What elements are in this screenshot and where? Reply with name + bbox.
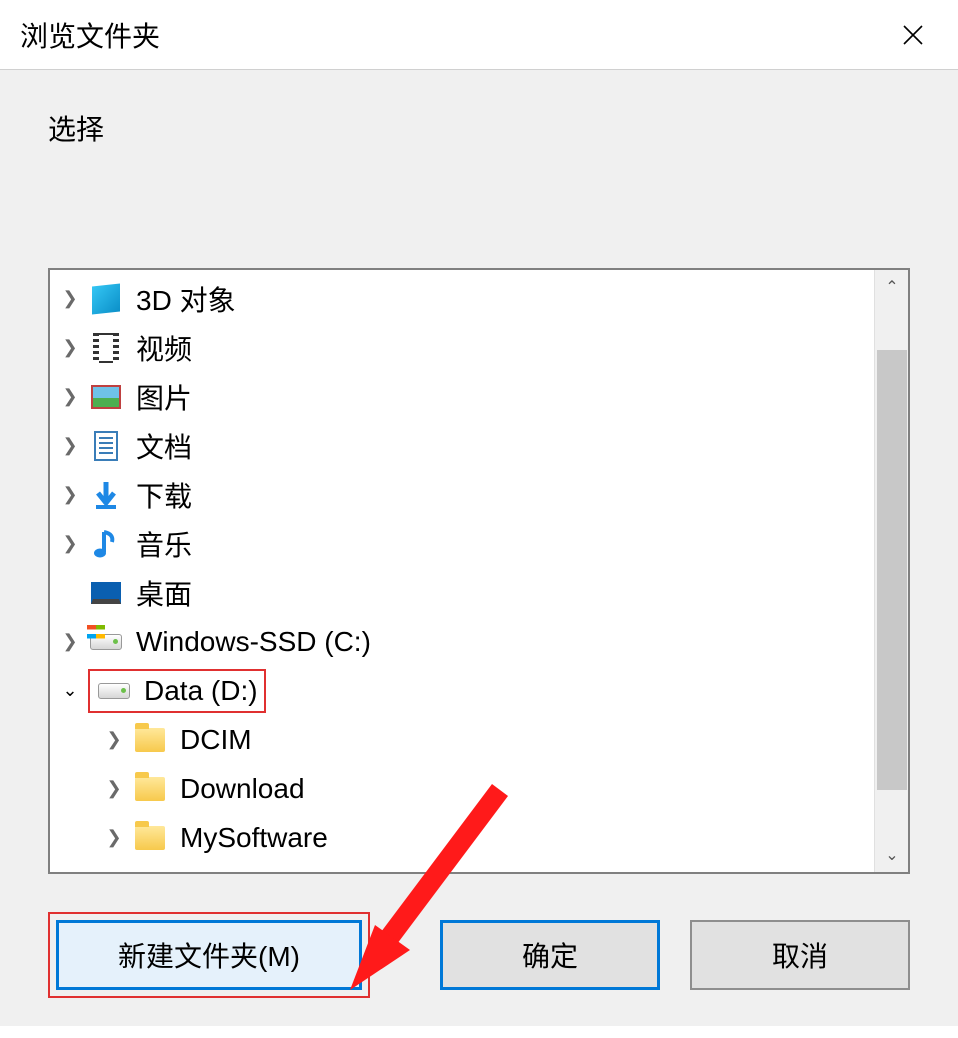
chevron-right-icon[interactable]: ❯	[56, 530, 84, 558]
3d-objects-icon	[88, 281, 124, 317]
desktop-icon	[88, 575, 124, 611]
tree-item-drive-d[interactable]: ⌄ Data (D:)	[50, 666, 874, 715]
tree-item-desktop[interactable]: 桌面	[50, 568, 874, 617]
tree-item-label: 音乐	[136, 524, 192, 564]
tree-item-3d-objects[interactable]: ❯ 3D 对象	[50, 274, 874, 323]
tree-item-label: MySoftware	[180, 822, 328, 854]
tree-item-label: Data (D:)	[144, 675, 258, 707]
chevron-right-icon[interactable]: ❯	[56, 481, 84, 509]
tree-item-documents[interactable]: ❯ 文档	[50, 421, 874, 470]
close-button[interactable]	[888, 10, 938, 60]
tree-item-label: DCIM	[180, 724, 252, 756]
chevron-right-icon[interactable]: ❯	[100, 775, 128, 803]
tree-item-label: 桌面	[136, 573, 192, 613]
tree-item-pictures[interactable]: ❯ 图片	[50, 372, 874, 421]
tree-item-label: Download	[180, 773, 305, 805]
chevron-right-icon[interactable]: ❯	[56, 334, 84, 362]
instruction-label: 选择	[48, 70, 910, 148]
chevron-right-icon[interactable]: ❯	[56, 383, 84, 411]
drive-c-icon	[88, 624, 124, 660]
selection-highlight: Data (D:)	[88, 669, 266, 713]
drive-d-icon	[96, 673, 132, 709]
button-label: 新建文件夹(M)	[118, 935, 300, 975]
button-row: 新建文件夹(M) 确定 取消	[48, 912, 910, 998]
folder-icon	[132, 771, 168, 807]
scroll-thumb[interactable]	[877, 350, 907, 790]
new-folder-button[interactable]: 新建文件夹(M)	[56, 920, 362, 990]
dialog-title: 浏览文件夹	[20, 15, 160, 55]
title-bar: 浏览文件夹	[0, 0, 958, 70]
scroll-down-icon[interactable]: ⌄	[875, 838, 909, 872]
button-label: 确定	[522, 935, 578, 975]
tree-item-videos[interactable]: ❯ 视频	[50, 323, 874, 372]
tree-item-label: 图片	[136, 377, 192, 417]
folder-icon	[132, 820, 168, 856]
chevron-right-icon[interactable]: ❯	[56, 432, 84, 460]
documents-icon	[88, 428, 124, 464]
folder-icon	[132, 722, 168, 758]
cancel-button[interactable]: 取消	[690, 920, 910, 990]
expander-none	[56, 579, 84, 607]
scroll-up-icon[interactable]: ⌃	[875, 270, 909, 304]
tree-item-label: 视频	[136, 328, 192, 368]
tree-item-label: 下载	[136, 475, 192, 515]
ok-button[interactable]: 确定	[440, 920, 660, 990]
downloads-icon	[88, 477, 124, 513]
tree-item-label: 文档	[136, 426, 192, 466]
chevron-right-icon[interactable]: ❯	[100, 824, 128, 852]
pictures-icon	[88, 379, 124, 415]
close-icon	[901, 23, 925, 47]
tree-item-download[interactable]: ❯ Download	[50, 764, 874, 813]
dialog-body: 选择 ❯ 3D 对象 ❯ 视频 ❯ 图片 ❯ 文档	[0, 70, 958, 1026]
tree-item-dcim[interactable]: ❯ DCIM	[50, 715, 874, 764]
chevron-right-icon[interactable]: ❯	[100, 726, 128, 754]
videos-icon	[88, 330, 124, 366]
chevron-down-icon[interactable]: ⌄	[56, 677, 84, 705]
music-icon	[88, 526, 124, 562]
annotation-highlight: 新建文件夹(M)	[48, 912, 370, 998]
folder-tree[interactable]: ❯ 3D 对象 ❯ 视频 ❯ 图片 ❯ 文档 ❯	[50, 270, 874, 872]
folder-tree-container: ❯ 3D 对象 ❯ 视频 ❯ 图片 ❯ 文档 ❯	[48, 268, 910, 874]
tree-item-music[interactable]: ❯ 音乐	[50, 519, 874, 568]
tree-item-label: Windows-SSD (C:)	[136, 626, 371, 658]
chevron-right-icon[interactable]: ❯	[56, 285, 84, 313]
tree-item-label: 3D 对象	[136, 279, 236, 319]
vertical-scrollbar[interactable]: ⌃ ⌄	[874, 270, 908, 872]
tree-item-downloads[interactable]: ❯ 下载	[50, 470, 874, 519]
tree-item-drive-c[interactable]: ❯ Windows-SSD (C:)	[50, 617, 874, 666]
tree-item-mysoftware[interactable]: ❯ MySoftware	[50, 813, 874, 862]
button-label: 取消	[772, 935, 828, 975]
chevron-right-icon[interactable]: ❯	[56, 628, 84, 656]
